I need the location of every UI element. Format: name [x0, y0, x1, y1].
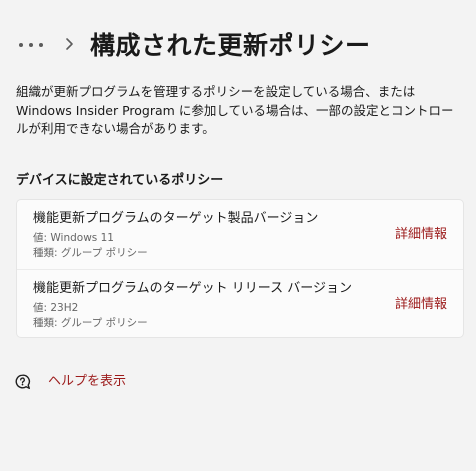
policy-kind: 種類: グループ ポリシー [33, 247, 148, 259]
policy-row: 機能更新プログラムのターゲット リリース バージョン 値: 23H2 種類: グ… [17, 269, 463, 339]
more-icon[interactable] [16, 34, 46, 56]
policy-name: 機能更新プログラムのターゲット リリース バージョン [33, 281, 352, 296]
policy-row: 機能更新プログラムのターゲット製品バージョン 値: Windows 11 種類:… [17, 200, 463, 269]
chevron-right-icon [66, 38, 73, 50]
policy-description: 組織が更新プログラムを管理するポリシーを設定している場合、または Windows… [16, 84, 454, 136]
help-chat-icon [15, 374, 31, 389]
page-title: 構成された更新ポリシー [90, 31, 371, 60]
policy-card: 機能更新プログラムのターゲット製品バージョン 値: Windows 11 種類:… [16, 199, 464, 338]
policy-kind: 種類: グループ ポリシー [33, 317, 148, 329]
section-title: デバイスに設定されているポリシー [16, 173, 224, 188]
breadcrumb-header: 構成された更新ポリシー [0, 26, 476, 66]
policy-value: 値: Windows 11 [33, 232, 114, 244]
help-label: ヘルプを表示 [48, 374, 127, 389]
details-link[interactable]: 詳細情報 [395, 226, 447, 244]
get-help-link[interactable]: ヘルプを表示 [14, 372, 214, 392]
policy-name: 機能更新プログラムのターゲット製品バージョン [33, 211, 319, 226]
details-link[interactable]: 詳細情報 [395, 296, 447, 314]
policy-value: 値: 23H2 [33, 302, 79, 314]
